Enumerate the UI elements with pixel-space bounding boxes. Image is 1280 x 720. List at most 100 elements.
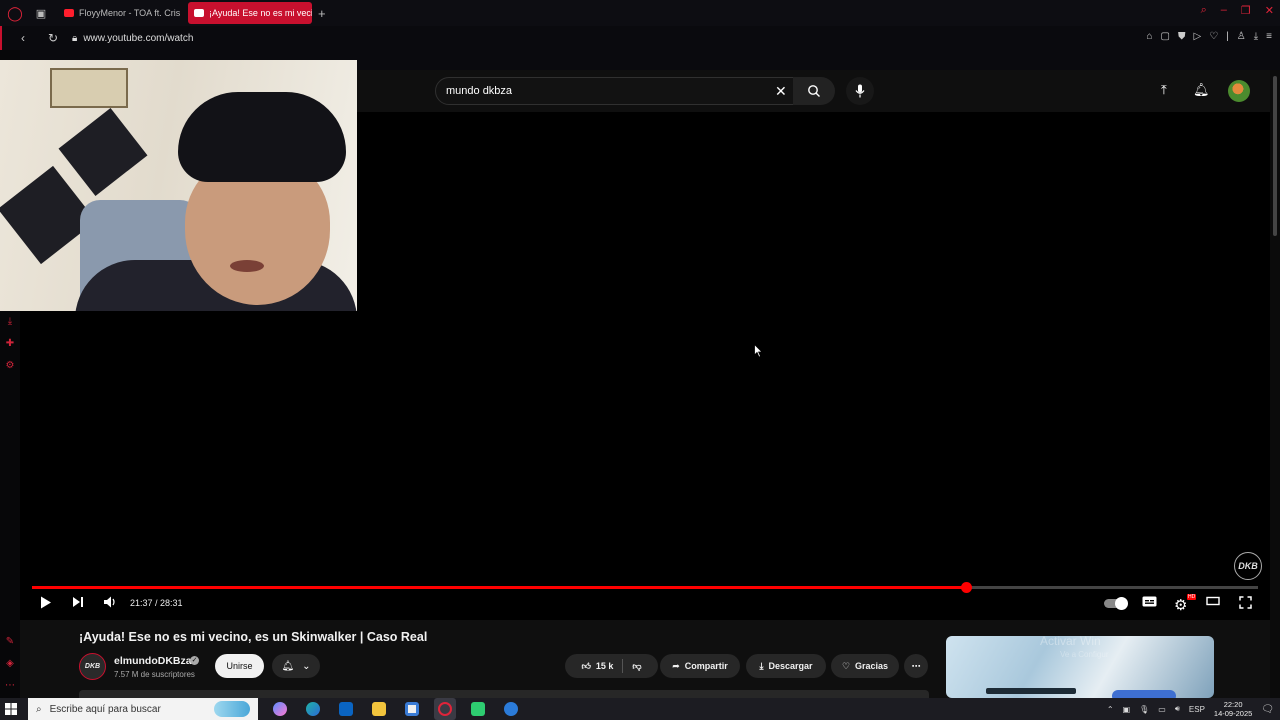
menu-icon[interactable]: ≡ <box>1266 31 1272 42</box>
back-button[interactable]: ‹ <box>14 31 32 45</box>
microphone-icon[interactable]: 🎙︎ <box>1139 705 1149 714</box>
join-button[interactable]: Unirse <box>215 654 264 678</box>
channel-watermark[interactable]: DKB <box>1234 552 1262 580</box>
description-box[interactable] <box>79 690 929 698</box>
search-button[interactable] <box>793 77 835 105</box>
obs-icon[interactable] <box>467 698 489 720</box>
thanks-button[interactable]: ♡ Gracias <box>831 654 899 678</box>
system-tray: ⌃ ▣ 🎙︎ ▭ 🔊︎ ESP 22:20 14-09-2025 🗨︎ <box>1107 698 1274 720</box>
upload-icon[interactable]: ⤒ <box>1161 82 1167 98</box>
clear-search-icon[interactable]: ✕ <box>775 83 787 100</box>
subtitles-button[interactable] <box>1142 596 1157 607</box>
opera-logo-icon[interactable]: ◯ <box>4 2 26 24</box>
gear-icon: ⚙ <box>1174 597 1188 614</box>
thumbs-up-icon: 👍︎ <box>581 660 591 671</box>
reload-button[interactable]: ↻ <box>44 31 62 45</box>
share-button[interactable]: ➦ Compartir <box>660 654 740 678</box>
notifications-bell-icon[interactable]: 🔔︎ <box>1193 82 1210 98</box>
download-icon[interactable]: ⤓ <box>1254 31 1258 42</box>
notifications-icon[interactable]: 🗨︎ <box>1261 704 1274 715</box>
page-scrollbar[interactable] <box>1270 70 1280 698</box>
search-icon: ⌕ <box>36 703 42 715</box>
clock[interactable]: 22:20 14-09-2025 <box>1214 700 1252 718</box>
more-horizontal-icon: ⋯ <box>911 660 921 671</box>
fullscreen-icon <box>1239 596 1252 609</box>
like-button[interactable]: 👍︎ 15 k <box>581 661 613 672</box>
hd-badge: HD <box>1187 594 1197 600</box>
url-field[interactable]: 🔒︎ www.youtube.com/watch <box>72 33 193 44</box>
store-icon[interactable] <box>401 698 423 720</box>
download-button[interactable]: ⤓ Descargar <box>746 654 826 678</box>
video-title: ¡Ayuda! Ese no es mi vecino, es un Skinw… <box>79 630 428 644</box>
subscriber-count: 7.57 M de suscriptores <box>114 670 195 679</box>
video-info: ¡Ayuda! Ese no es mi vecino, es un Skinw… <box>20 620 1270 698</box>
autoplay-toggle[interactable] <box>1104 597 1128 610</box>
account-avatar[interactable] <box>1228 80 1250 102</box>
like-count: 15 k <box>595 661 614 671</box>
pin-sidebar-icon[interactable]: ✎ <box>4 636 16 648</box>
new-tab-button[interactable]: + <box>318 6 326 21</box>
taskbar-search-input[interactable]: ⌕ Escribe aquí para buscar <box>28 698 258 720</box>
workspaces-icon[interactable]: ▣ <box>30 2 52 24</box>
settings-button[interactable]: ⚙ <box>1174 596 1187 614</box>
channel-name[interactable]: elmundoDKBza <box>114 655 192 667</box>
next-button[interactable] <box>72 596 84 608</box>
fullscreen-button[interactable] <box>1239 596 1252 609</box>
edge-icon[interactable] <box>302 698 324 720</box>
chevron-down-icon: ⌄ <box>302 660 311 672</box>
profile-icon[interactable]: ♙ <box>1237 31 1246 42</box>
wall-calendar <box>50 68 128 108</box>
tray-app-icon[interactable]: ▣ <box>1123 705 1131 714</box>
ad-cta-button[interactable] <box>1112 690 1176 698</box>
opera-gx-icon[interactable] <box>434 698 456 720</box>
snapshot-icon[interactable]: ▢ <box>1161 31 1170 42</box>
bookmark-heart-icon[interactable]: ♡ <box>1209 31 1218 42</box>
outlook-icon[interactable] <box>335 698 357 720</box>
volume-button[interactable] <box>103 596 117 608</box>
maximize-icon[interactable]: ❐ <box>1241 4 1251 17</box>
subscription-bell-button[interactable]: 🔔︎ ⌄ <box>272 654 320 678</box>
tab-floyymenor[interactable]: FloyyMenor - TOA ft. Cris <box>58 2 182 24</box>
downloads-icon[interactable]: ⤓ <box>4 316 16 328</box>
lock-icon: 🔒︎ <box>72 32 78 44</box>
time-display: 21:37 / 28:31 <box>130 598 183 608</box>
progress-scrubber[interactable] <box>961 582 973 593</box>
vpn-icon[interactable]: ⛊ <box>1178 31 1186 42</box>
language-indicator[interactable]: ESP <box>1189 705 1205 714</box>
file-explorer-icon[interactable] <box>368 698 390 720</box>
network-icon[interactable]: ▭ <box>1158 705 1166 714</box>
thanks-label: Gracias <box>855 661 889 671</box>
play-button[interactable] <box>40 596 52 609</box>
channel-avatar[interactable]: DKB <box>79 653 106 680</box>
activate-windows-subtext: Ve a Configur <box>1060 650 1109 659</box>
app-icon[interactable] <box>500 698 522 720</box>
more-icon[interactable]: ⋯ <box>4 680 16 692</box>
scrollbar-thumb[interactable] <box>1273 76 1277 236</box>
search-input[interactable]: mundo dkbza <box>435 77 819 105</box>
close-icon[interactable]: ✕ <box>1265 4 1274 17</box>
settings-icon[interactable]: ⚙ <box>4 360 16 372</box>
flow-icon[interactable]: ▷ <box>1193 31 1201 42</box>
dislike-button[interactable]: 👎︎ <box>632 661 641 672</box>
youtube-favicon-icon <box>64 9 74 17</box>
search-icon <box>808 85 820 97</box>
voice-search-button[interactable] <box>846 77 874 105</box>
pin-icon[interactable]: ⌂ <box>1146 31 1152 42</box>
progress-bar[interactable] <box>32 582 1258 593</box>
volume-icon[interactable]: 🔊︎ <box>1175 704 1180 714</box>
extensions-icon[interactable]: ✚ <box>4 338 16 350</box>
search-tabs-icon[interactable]: ⌕ <box>1201 4 1207 17</box>
theater-mode-button[interactable] <box>1206 596 1220 606</box>
more-actions-button[interactable]: ⋯ <box>904 654 928 678</box>
start-button[interactable] <box>0 698 22 720</box>
progress-played <box>32 586 967 589</box>
minimize-icon[interactable]: – <box>1221 4 1227 17</box>
gx-icon[interactable]: ◈ <box>4 658 16 670</box>
tab-ayuda[interactable]: ¡Ayuda! Ese no es mi veci <box>188 2 312 24</box>
search-value: mundo dkbza <box>446 85 513 97</box>
copilot-icon[interactable] <box>269 698 291 720</box>
activate-windows-watermark: Activar Win <box>1040 634 1101 648</box>
show-hidden-icons-icon[interactable]: ⌃ <box>1107 705 1114 714</box>
share-label: Compartir <box>684 661 728 671</box>
verified-check-icon: ✓ <box>190 656 199 665</box>
